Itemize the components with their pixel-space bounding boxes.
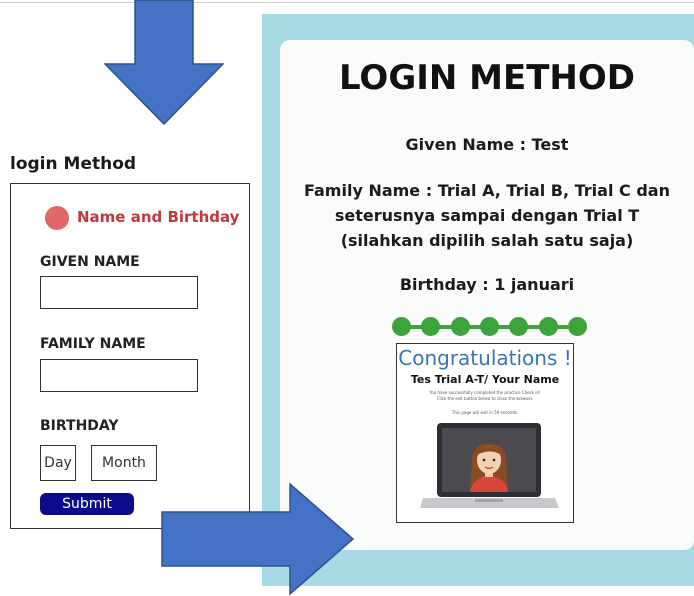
given-name-input[interactable] <box>40 276 198 309</box>
family-name-info-line3: (silahkan dipilih salah satu saja) <box>340 231 634 250</box>
panel-title: LOGIN METHOD <box>338 58 636 98</box>
family-name-info-line2: seterusnya sampai dengan Trial T <box>334 206 640 225</box>
name-birthday-radio[interactable] <box>45 206 69 230</box>
right-arrow-icon <box>161 482 355 596</box>
family-name-label: FAMILY NAME <box>40 336 146 352</box>
name-birthday-radio-label: Name and Birthday <box>77 208 240 226</box>
trial-name-text: Tes Trial A-T/ Your Name <box>410 373 560 386</box>
family-name-input[interactable] <box>40 359 198 392</box>
submit-button[interactable]: Submit <box>40 493 134 515</box>
progress-step-dot <box>538 317 558 336</box>
congratulations-heading: Congratulations ! <box>398 346 572 370</box>
laptop-avatar-icon <box>420 423 559 508</box>
progress-step-dot <box>480 317 499 336</box>
countdown-text: This page will exit in 59 seconds. <box>451 410 519 415</box>
family-name-info-line1: Family Name : Trial A, Trial B, Trial C … <box>304 181 670 200</box>
given-name-info: Given Name : Test <box>405 135 569 154</box>
exit-instruction-text: Click the exit button below to close the… <box>436 396 534 401</box>
login-method-title: login Method <box>10 154 137 174</box>
down-arrow-icon <box>104 0 224 126</box>
birthday-info: Birthday : 1 januari <box>399 275 575 294</box>
completion-text: You have successfully completed the prac… <box>429 390 541 395</box>
progress-step-dot <box>568 317 587 336</box>
progress-step-dot <box>450 317 470 336</box>
progress-step-dot <box>392 317 411 336</box>
given-name-label: GIVEN NAME <box>40 254 140 270</box>
birthday-label: BIRTHDAY <box>40 418 119 434</box>
day-select[interactable]: Day <box>40 445 76 481</box>
month-select[interactable]: Month <box>91 445 157 481</box>
